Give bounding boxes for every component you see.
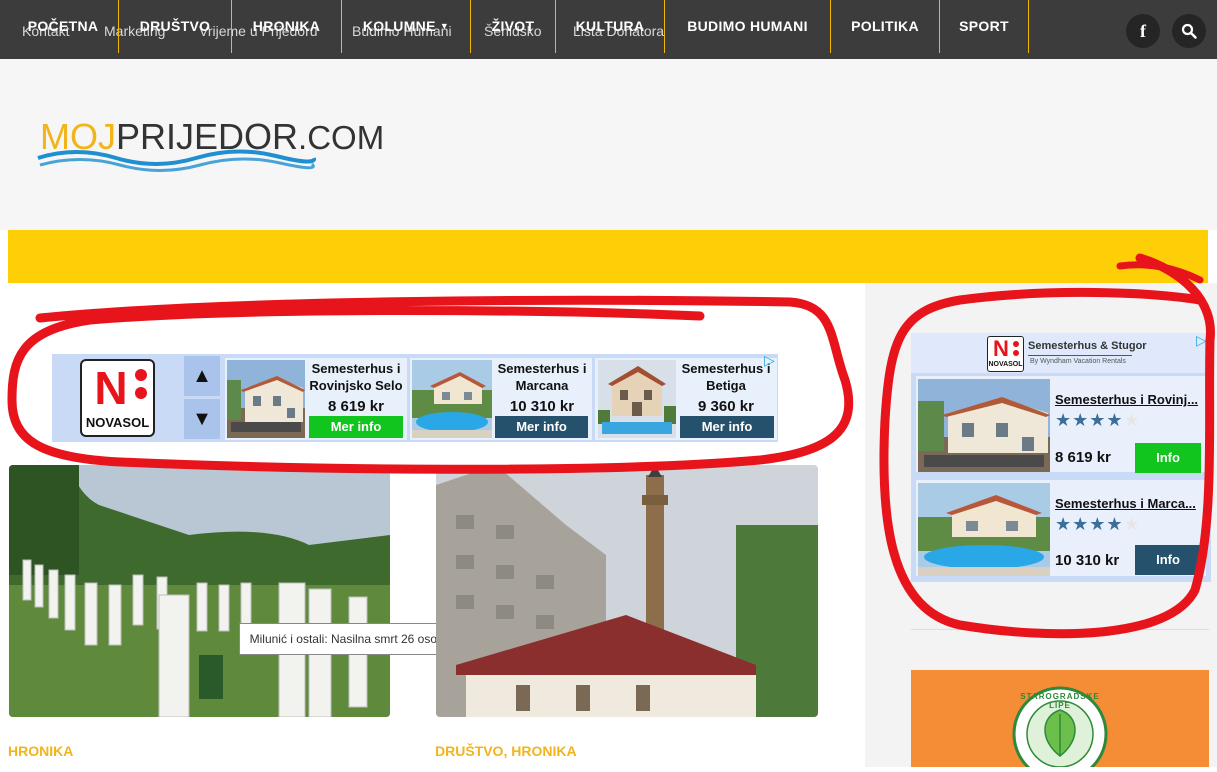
ad-card-2-title[interactable]: Semesterhus i Marcana bbox=[494, 360, 590, 394]
ad-card-3-image[interactable] bbox=[598, 360, 676, 438]
novasol-logo[interactable]: N NOVASOL bbox=[80, 359, 155, 437]
article-2-category[interactable]: DRUŠTVO, HRONIKA bbox=[435, 743, 577, 759]
ad-card-1-image[interactable] bbox=[227, 360, 305, 438]
pool-photo-icon bbox=[918, 483, 1050, 576]
house-photo-icon bbox=[918, 379, 1050, 472]
sidebar-ad-header[interactable] bbox=[911, 333, 1211, 373]
nav-item-zivot[interactable]: ŽIVOT bbox=[471, 0, 555, 53]
ad-card-2-price: 10 310 kr bbox=[509, 398, 575, 415]
sidebar-ad-row-2-image[interactable] bbox=[918, 483, 1050, 576]
nav-item-kultura[interactable]: KULTURA bbox=[556, 0, 664, 53]
house-photo-icon bbox=[227, 360, 305, 438]
nav-item-sport[interactable]: SPORT bbox=[940, 0, 1028, 53]
pool-photo-icon bbox=[412, 360, 492, 438]
article-1-image[interactable] bbox=[9, 465, 390, 717]
novasol-logo-text: NOVASOL bbox=[85, 415, 150, 430]
nav-item-drustvo[interactable]: DRUŠTVO bbox=[119, 0, 231, 53]
cemetery-photo-icon bbox=[9, 465, 390, 717]
facebook-icon[interactable]: f bbox=[1126, 14, 1160, 48]
caret-down-icon: ▼ bbox=[439, 21, 450, 31]
ad-card-2-image[interactable] bbox=[412, 360, 492, 438]
sidebar-ad-row-2-title[interactable]: Semesterhus i Marca... bbox=[1055, 496, 1203, 511]
sidebar-novasol-logo-dots-icon bbox=[1013, 350, 1019, 356]
sidebar-ad-header-title: Semesterhus & Stugor bbox=[1028, 340, 1147, 352]
ad-card-3-title[interactable]: Semesterhus i Betiga bbox=[678, 360, 774, 394]
sidebar-ad-row-1-title[interactable]: Semesterhus i Rovinj... bbox=[1055, 392, 1203, 407]
nav-item-kolumne-label: KOLUMNE bbox=[362, 18, 436, 34]
sidebar-ad-header-divider bbox=[1028, 355, 1132, 356]
ad-card-1-button[interactable]: Mer info bbox=[309, 416, 403, 438]
sidebar-divider bbox=[911, 629, 1209, 630]
sidebar-novasol-logo-dots-icon bbox=[1013, 341, 1019, 347]
sidebar-novasol-logo-mark: N bbox=[993, 336, 1009, 361]
sidebar-ad-row-1-image[interactable] bbox=[918, 379, 1050, 472]
ad-scroll-down-button[interactable]: ▼ bbox=[184, 399, 220, 439]
sidebar-novasol-logo-text: NOVASOL bbox=[988, 361, 1023, 368]
ad-card-1-price: 8 619 kr bbox=[328, 398, 384, 415]
linden-leaf-icon bbox=[1012, 686, 1108, 772]
article-1-category[interactable]: HRONIKA bbox=[8, 743, 73, 759]
novasol-logo-mark: N bbox=[94, 362, 128, 414]
adchoices-icon[interactable]: ▷ bbox=[764, 352, 775, 369]
orange-ad-text: STAROGRADSKE LIPE bbox=[1020, 692, 1100, 710]
article-2-image[interactable] bbox=[436, 465, 818, 717]
article-1-tooltip: Milunić i ostali: Nasilna smrt 26 osoba bbox=[239, 623, 461, 655]
nav-separator bbox=[1028, 0, 1029, 53]
villa-photo-icon bbox=[598, 360, 676, 438]
ad-card-3-price: 9 360 kr bbox=[698, 398, 754, 415]
search-button[interactable] bbox=[1172, 14, 1206, 48]
logo-wave-icon bbox=[37, 149, 316, 172]
rating-stars-icon: ★★★★★ bbox=[1055, 410, 1141, 430]
nav-item-kolumne[interactable]: KOLUMNE ▼ bbox=[342, 0, 470, 53]
search-icon bbox=[1181, 23, 1197, 39]
rating-stars-icon: ★★★★★ bbox=[1055, 514, 1141, 534]
mosque-photo-icon bbox=[436, 465, 818, 717]
ad-card-3-button[interactable]: Mer info bbox=[680, 416, 774, 438]
sidebar-ad-row-2-price: 10 310 kr bbox=[1055, 552, 1120, 569]
nav-item-budimo-humani[interactable]: BUDIMO HUMANI bbox=[665, 0, 830, 53]
ad-scroll-up-button[interactable]: ▲ bbox=[184, 356, 220, 396]
sidebar-ad-row-1-button[interactable]: Info bbox=[1135, 443, 1201, 473]
ad-card-2-button[interactable]: Mer info bbox=[495, 416, 588, 438]
sidebar-novasol-logo[interactable]: N NOVASOL bbox=[987, 336, 1024, 372]
sidebar-adchoices-icon[interactable]: ▷ bbox=[1196, 332, 1207, 349]
novasol-logo-dots-icon bbox=[135, 387, 147, 399]
sidebar-ad-header-subtitle: By Wyndham Vacation Rentals bbox=[1030, 358, 1126, 365]
novasol-logo-dots-icon bbox=[135, 369, 147, 381]
nav-item-politika[interactable]: POLITIKA bbox=[831, 0, 939, 53]
nav-item-pocetna[interactable]: POČETNA bbox=[8, 0, 118, 53]
nav-item-hronika[interactable]: HRONIKA bbox=[232, 0, 341, 53]
ad-card-1-title[interactable]: Semesterhus i Rovinjsko Selo bbox=[307, 360, 405, 394]
sidebar-ad-row-2-button[interactable]: Info bbox=[1135, 545, 1201, 575]
starogradske-lipe-ad[interactable]: STAROGRADSKE LIPE bbox=[911, 670, 1209, 772]
main-nav bbox=[8, 230, 1208, 283]
sidebar-ad-row-1-price: 8 619 kr bbox=[1055, 449, 1111, 466]
